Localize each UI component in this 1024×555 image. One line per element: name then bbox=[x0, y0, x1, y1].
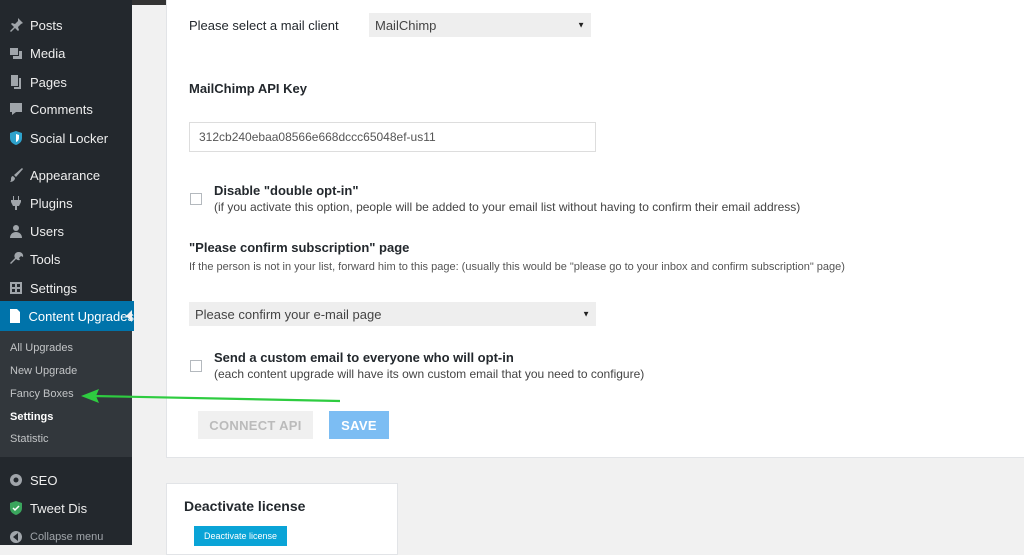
sidebar-item-label: Tweet Dis bbox=[30, 500, 88, 516]
sidebar-item-label: Appearance bbox=[30, 167, 101, 183]
connect-api-button[interactable]: CONNECT API bbox=[198, 411, 313, 439]
custom-email-checkbox[interactable] bbox=[190, 360, 202, 372]
sidebar-item-label: SEO bbox=[30, 472, 58, 488]
sidebar-item-users[interactable]: Users bbox=[0, 217, 132, 245]
seo-icon bbox=[7, 471, 25, 489]
sidebar-item-label: Comments bbox=[30, 101, 93, 117]
collapse-icon bbox=[7, 528, 25, 546]
sidebar-item-tweet-dis[interactable]: Tweet Dis bbox=[0, 494, 132, 522]
sidebar-item-label: Plugins bbox=[30, 195, 73, 211]
sidebar-item-comments[interactable]: Comments bbox=[0, 95, 132, 123]
sidebar-item-label: Users bbox=[30, 223, 64, 239]
mail-client-select[interactable]: MailChimp ▼ bbox=[369, 13, 591, 37]
confirm-page-select[interactable]: Please confirm your e-mail page ▼ bbox=[189, 302, 596, 326]
sidebar-item-label: Settings bbox=[30, 280, 77, 296]
wrench-icon bbox=[7, 250, 25, 268]
mail-client-label: Please select a mail client bbox=[189, 18, 339, 33]
submenu-item-settings[interactable]: Settings bbox=[10, 411, 53, 423]
double-optin-description: (if you activate this option, people wil… bbox=[214, 200, 801, 214]
sidebar-item-content-upgrades[interactable]: Content Upgrades bbox=[0, 301, 134, 331]
sidebar-item-label: Pages bbox=[30, 74, 67, 90]
sidebar-item-posts[interactable]: Posts bbox=[0, 11, 132, 39]
sidebar-item-appearance[interactable]: Appearance bbox=[0, 161, 132, 189]
dropdown-arrow-icon: ▼ bbox=[582, 309, 590, 319]
custom-email-description: (each content upgrade will have its own … bbox=[214, 367, 645, 381]
brush-icon bbox=[7, 166, 25, 184]
sidebar-item-seo[interactable]: SEO bbox=[0, 466, 132, 494]
collapse-menu-button[interactable]: Collapse menu bbox=[0, 523, 132, 551]
sidebar-item-label: Posts bbox=[30, 17, 63, 33]
sidebar-item-settings[interactable]: Settings bbox=[0, 274, 132, 302]
submenu-item-statistic[interactable]: Statistic bbox=[10, 433, 49, 445]
document-icon bbox=[7, 307, 23, 325]
pages-icon bbox=[7, 73, 25, 91]
comment-icon bbox=[7, 100, 25, 118]
dropdown-arrow-icon: ▼ bbox=[577, 20, 585, 30]
media-icon bbox=[7, 44, 25, 62]
submenu-item-all-upgrades[interactable]: All Upgrades bbox=[10, 342, 73, 354]
deactivate-license-button[interactable]: Deactivate license bbox=[194, 526, 287, 546]
api-key-label: MailChimp API Key bbox=[189, 81, 307, 96]
plug-icon bbox=[7, 194, 25, 212]
annotation-arrow-icon bbox=[81, 389, 341, 403]
license-box: Deactivate license Deactivate license bbox=[166, 483, 398, 555]
submenu-item-new-upgrade[interactable]: New Upgrade bbox=[10, 365, 77, 377]
sidebar-item-label: Tools bbox=[30, 251, 61, 267]
sidebar-item-tools[interactable]: Tools bbox=[0, 245, 132, 273]
shield-icon bbox=[7, 499, 25, 517]
collapse-menu-label: Collapse menu bbox=[30, 531, 104, 543]
confirm-page-title: "Please confirm subscription" page bbox=[189, 240, 410, 255]
sidebar-item-label: Social Locker bbox=[30, 130, 109, 146]
disable-double-optin-checkbox[interactable] bbox=[190, 193, 202, 205]
sidebar-item-label: Content Upgrades bbox=[28, 308, 134, 324]
sidebar-item-pages[interactable]: Pages bbox=[0, 68, 132, 96]
save-button[interactable]: SAVE bbox=[329, 411, 389, 439]
submenu-item-fancy-boxes[interactable]: Fancy Boxes bbox=[10, 388, 74, 400]
double-optin-title: Disable "double opt-in" bbox=[214, 183, 359, 198]
mail-client-selected-value: MailChimp bbox=[375, 17, 437, 33]
pin-icon bbox=[7, 16, 25, 34]
admin-sidebar: Posts Media Pages Comments Social Locker… bbox=[0, 0, 134, 545]
sidebar-item-media[interactable]: Media bbox=[0, 39, 132, 67]
sidebar-item-label: Media bbox=[30, 45, 66, 61]
confirm-page-selected-value: Please confirm your e-mail page bbox=[195, 306, 382, 322]
api-key-input[interactable] bbox=[189, 122, 596, 152]
confirm-page-description: If the person is not in your list, forwa… bbox=[189, 261, 845, 273]
sidebar-item-social-locker[interactable]: Social Locker bbox=[0, 124, 132, 152]
license-title: Deactivate license bbox=[184, 498, 306, 514]
sidebar-item-plugins[interactable]: Plugins bbox=[0, 189, 132, 217]
shield-icon bbox=[7, 129, 25, 147]
custom-email-title: Send a custom email to everyone who will… bbox=[214, 350, 514, 365]
user-icon bbox=[7, 222, 25, 240]
settings-icon bbox=[7, 279, 25, 297]
